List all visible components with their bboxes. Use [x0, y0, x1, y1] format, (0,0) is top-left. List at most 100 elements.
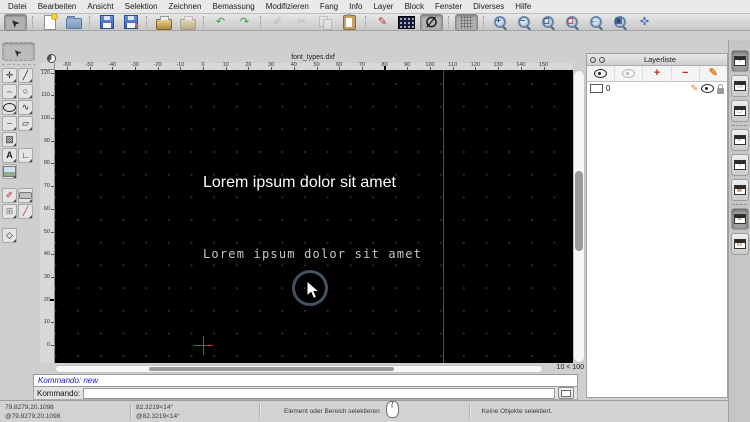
undo-button[interactable]: ↶ [210, 15, 231, 30]
box-3d-tool-button[interactable]: ◇ [2, 228, 17, 243]
vertical-scrollbar-thumb[interactable] [575, 171, 583, 251]
menu-bearbeiten[interactable]: Bearbeiten [38, 2, 77, 11]
text-entity-sans: Lorem ipsum dolor sit amet [203, 174, 396, 191]
line-tool-button[interactable]: ╱ [18, 68, 33, 83]
paste-button[interactable] [339, 13, 360, 30]
grid-toggle-button[interactable] [455, 13, 478, 31]
vertical-scrollbar[interactable] [573, 70, 585, 363]
dock-library-browser-icon: ▢ [733, 106, 746, 116]
panel-close-button[interactable] [590, 56, 596, 63]
print-button[interactable] [153, 15, 174, 30]
polyline-tool-button[interactable]: ⌣ [2, 116, 17, 131]
panel-detach-button[interactable] [599, 56, 605, 63]
menu-modifizieren[interactable]: Modifizieren [266, 2, 309, 11]
save-as-button[interactable]: ✎ [120, 15, 141, 31]
zoom-previous-button[interactable]: ← [586, 15, 607, 30]
zoom-auto-button[interactable]: ◻ [538, 15, 559, 30]
dock-text-panel-glyph: ≣ [736, 216, 743, 222]
menu-fenster[interactable]: Fenster [435, 2, 462, 11]
menu-hilfe[interactable]: Hilfe [515, 2, 531, 11]
dock-library-browser-button[interactable]: ▢ [730, 100, 749, 122]
document-window: font_types.dxf -60 -50 -40 -30 -20 -10 0 10 20 30… [40, 53, 586, 374]
zoom-window-button[interactable]: ▣ [610, 15, 631, 30]
hide-all-layers-icon [622, 69, 636, 78]
menu-datei[interactable]: Datei [8, 2, 27, 11]
edit-layer-button[interactable]: ✎ [700, 66, 727, 81]
ruler-label: 50 [313, 62, 320, 68]
ruler-label: 100 [425, 62, 435, 68]
show-all-layers-button[interactable] [587, 66, 616, 81]
circle-tool-button[interactable]: ○ [18, 84, 33, 99]
ruler-label: 110 [41, 92, 50, 99]
zoom-out-button[interactable]: − [514, 15, 535, 30]
drawing-canvas[interactable]: Lorem ipsum dolor sit amet Lorem ipsum d… [55, 70, 573, 363]
dock-layer-list-button[interactable]: ≡ [730, 129, 749, 151]
menu-ansicht[interactable]: Ansicht [87, 2, 113, 11]
menu-layer[interactable]: Layer [373, 2, 393, 11]
horizontal-scrollbar-thumb[interactable] [149, 367, 394, 371]
action-hint: Element oder Bereich selektieren [284, 408, 380, 415]
modify-tool-icon: ✐ [5, 190, 14, 200]
selection-tool-button[interactable]: ➤ [4, 13, 27, 31]
edit-properties-button[interactable]: ✎ [372, 15, 393, 30]
new-file-button[interactable] [39, 12, 60, 30]
new-file-icon [43, 12, 58, 30]
remove-layer-button[interactable]: − [672, 66, 700, 81]
trim-tool-button[interactable] [18, 188, 33, 203]
save-as-overlay-icon: ✎ [133, 22, 141, 31]
spline-tool-button[interactable]: ∿ [18, 100, 33, 115]
menu-bemassung[interactable]: Bemassung [212, 2, 254, 11]
layer-edit-icon[interactable]: ✎ [690, 84, 698, 93]
ruler-tick [51, 208, 54, 210]
text-tool-icon: A [6, 150, 13, 160]
modify-tool-button[interactable]: ✐ [2, 188, 17, 203]
menu-info[interactable]: Info [349, 2, 362, 11]
shape-tool-button[interactable]: ▱ [18, 116, 33, 131]
dock-property-editor-button[interactable]: ✎ [730, 50, 749, 72]
ruler-tick [51, 186, 54, 188]
dock-clipboard-panel-button[interactable]: ▤ [730, 233, 749, 255]
image-tool-button[interactable] [2, 164, 17, 179]
toolbar-separator [89, 16, 91, 28]
command-panel-button[interactable] [558, 387, 574, 399]
point-tool-button[interactable]: ✛ [2, 68, 17, 83]
arc-tool-button[interactable]: ⌢ [2, 84, 17, 99]
command-input[interactable] [83, 387, 555, 399]
menu-selektion[interactable]: Selektion [125, 2, 158, 11]
ellipse-tool-button[interactable] [2, 100, 17, 115]
statistics-button[interactable] [396, 15, 417, 30]
grid-toggle-icon [460, 15, 473, 29]
hide-all-layers-button[interactable] [615, 66, 644, 81]
save-button[interactable] [96, 15, 117, 30]
add-layer-button[interactable]: + [643, 66, 672, 81]
snap-free-button[interactable]: ∅ [420, 13, 443, 31]
layer-visible-icon[interactable] [701, 84, 714, 93]
open-file-button[interactable] [63, 15, 84, 30]
selection-tool-icon: ➤ [7, 14, 23, 30]
ruler-label: 140 [516, 62, 526, 68]
dimension-tool-button[interactable]: ∟ [18, 148, 33, 163]
redo-button[interactable]: ↷ [234, 15, 255, 30]
layer-lock-icon[interactable] [717, 83, 724, 94]
menu-zeichnen[interactable]: Zeichnen [169, 2, 202, 11]
zoom-selection-button[interactable]: ◻ [562, 15, 583, 30]
menu-diverses[interactable]: Diverses [473, 2, 504, 11]
text-tool-button[interactable]: A [2, 148, 17, 163]
selection-pointer-button[interactable]: ➤ [2, 42, 35, 61]
dock-command-line-button[interactable]: T [730, 154, 749, 176]
keyboard-icon [561, 389, 571, 397]
layer-row[interactable]: 0 ✎ [587, 82, 727, 95]
dimension-tool-icon: ∟ [21, 150, 30, 160]
menu-block[interactable]: Block [404, 2, 424, 11]
pan-button[interactable]: ✜ [634, 15, 655, 30]
divide-tool-button[interactable]: ╱ [18, 204, 33, 219]
dock-block-list-button[interactable]: ❏ [730, 75, 749, 97]
ruler-tick [51, 163, 54, 165]
dock-text-panel-button[interactable]: ≣ [730, 208, 749, 230]
hatch-tool-button[interactable]: ▨ [2, 132, 17, 147]
zoom-in-button[interactable]: + [490, 15, 511, 30]
horizontal-scrollbar[interactable] [55, 365, 543, 373]
menu-fang[interactable]: Fang [320, 2, 338, 11]
dock-image-panel-button[interactable]: ▦ [730, 179, 749, 201]
explode-tool-button[interactable]: ⊞ [2, 204, 17, 219]
